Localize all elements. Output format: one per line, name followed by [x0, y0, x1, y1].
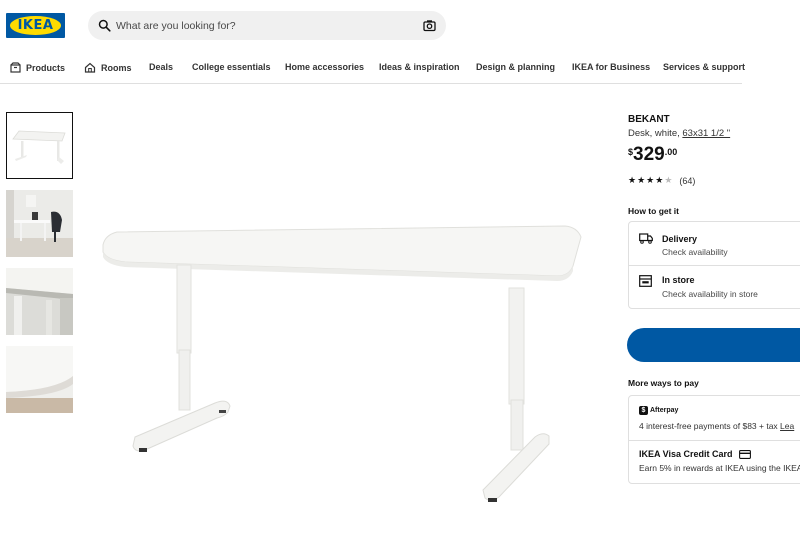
- credit-card-icon: [738, 449, 751, 459]
- nav-deals[interactable]: Deals: [149, 62, 173, 72]
- nav-design-planning[interactable]: Design & planning: [476, 62, 555, 72]
- house-icon: [84, 62, 96, 73]
- nav-products[interactable]: Products: [10, 62, 65, 73]
- rating-stars: ★ ★ ★ ★ ★: [628, 176, 673, 186]
- nav-business-label: IKEA for Business: [572, 62, 651, 72]
- nav-college-label: College essentials: [192, 62, 271, 72]
- price-integer: 329: [633, 144, 665, 165]
- nav-ideas-label: Ideas & inspiration: [379, 62, 460, 72]
- thumbnail-1[interactable]: [6, 112, 73, 179]
- afterpay-badge-label: Afterpay: [650, 407, 679, 414]
- delivery-title: Delivery: [662, 234, 698, 244]
- thumbnail-desk-image: [7, 113, 72, 178]
- product-size-link[interactable]: 63x31 1/2 ": [682, 128, 730, 139]
- star-icon: ★: [637, 176, 646, 186]
- in-store-title: In store: [662, 275, 695, 285]
- delivery-option[interactable]: Delivery Check availability: [629, 222, 800, 265]
- payment-options-box: $ Afterpay 4 interest-free payments of $…: [628, 395, 800, 484]
- add-to-bag-button[interactable]: [627, 328, 800, 362]
- product-desc-text: Desk, white,: [628, 128, 683, 139]
- nav-home-accessories[interactable]: Home accessories: [285, 62, 364, 72]
- star-icon: ★: [628, 176, 637, 186]
- nav-ikea-for-business[interactable]: IKEA for Business: [572, 62, 650, 72]
- store-icon: [639, 275, 652, 287]
- camera-icon[interactable]: [423, 19, 436, 32]
- search-input[interactable]: [116, 16, 406, 35]
- star-icon: ★: [655, 176, 664, 186]
- visa-title-label: IKEA Visa Credit Card: [639, 449, 733, 459]
- nav-ideas-inspiration[interactable]: Ideas & inspiration: [379, 62, 460, 72]
- main-nav: Products Rooms Deals College essentials …: [0, 55, 745, 84]
- visa-card-title[interactable]: IKEA Visa Credit Card: [639, 449, 751, 459]
- truck-icon: [639, 233, 653, 244]
- visa-card-text: Earn 5% in rewards at IKEA using the IKE…: [639, 463, 800, 473]
- nav-services-label: Services & support: [663, 62, 746, 72]
- thumbnail-room-image: [6, 190, 73, 257]
- thumbnail-closeup-image: [6, 346, 73, 413]
- product-name: BEKANT: [628, 114, 670, 125]
- afterpay-learn-link[interactable]: Lea: [780, 421, 794, 431]
- price-decimal: .00: [664, 147, 678, 157]
- search-bar[interactable]: [88, 11, 446, 40]
- nav-home-accessories-label: Home accessories: [285, 62, 365, 72]
- afterpay-description: 4 interest-free payments of $83 + tax: [639, 421, 781, 431]
- thumbnail-4[interactable]: [6, 346, 73, 413]
- review-count: (64): [679, 176, 696, 186]
- afterpay-badge: $ Afterpay: [639, 406, 678, 415]
- box-icon: [10, 62, 21, 73]
- nav-deals-label: Deals: [149, 62, 174, 72]
- nav-rooms[interactable]: Rooms: [84, 62, 132, 73]
- delivery-subtext: Check availability: [662, 247, 728, 257]
- product-rating[interactable]: ★ ★ ★ ★ ★ (64): [628, 176, 695, 186]
- in-store-subtext: Check availability in store: [662, 289, 758, 299]
- logo-text: IKEA: [17, 18, 54, 33]
- nav-design-label: Design & planning: [476, 62, 556, 72]
- divider: [629, 440, 800, 441]
- afterpay-text: 4 interest-free payments of $83 + tax Le…: [639, 421, 794, 431]
- nav-products-label: Products: [26, 62, 66, 73]
- star-icon: ★: [646, 176, 655, 186]
- in-store-option[interactable]: In store Check availability in store: [629, 266, 800, 309]
- nav-college-essentials[interactable]: College essentials: [192, 62, 271, 72]
- thumbnail-detail-image: [6, 268, 73, 335]
- ikea-logo[interactable]: IKEA: [6, 13, 65, 38]
- product-price: $ 329 .00: [628, 144, 677, 166]
- product-description: Desk, white, 63x31 1/2 ": [628, 128, 730, 139]
- thumbnail-3[interactable]: [6, 268, 73, 335]
- search-icon: [98, 19, 111, 32]
- star-half-icon: ★: [664, 176, 673, 186]
- nav-services-support[interactable]: Services & support: [663, 62, 745, 72]
- how-to-get-it-heading: How to get it: [628, 206, 679, 216]
- more-ways-to-pay-heading: More ways to pay: [628, 378, 699, 388]
- product-main-image[interactable]: [95, 200, 590, 510]
- thumbnail-2[interactable]: [6, 190, 73, 257]
- delivery-options-box: Delivery Check availability In store Che…: [628, 221, 800, 309]
- nav-rooms-label: Rooms: [101, 62, 132, 73]
- afterpay-icon: $: [639, 406, 648, 415]
